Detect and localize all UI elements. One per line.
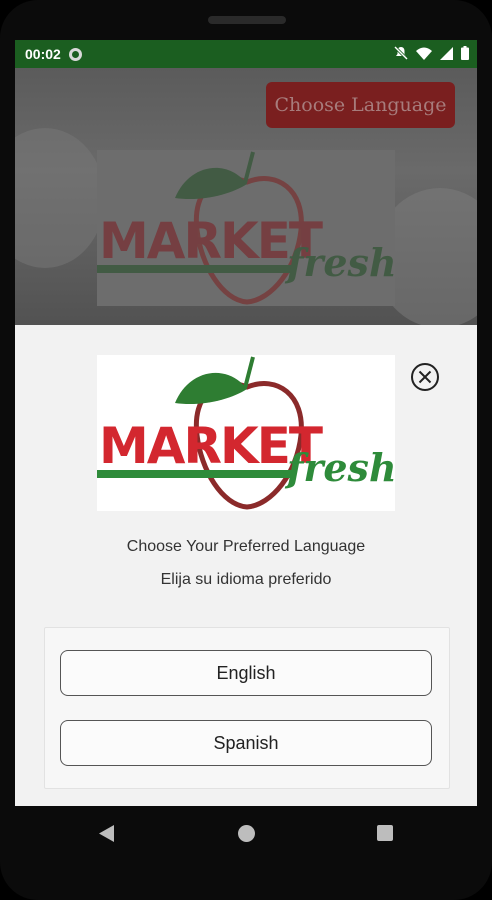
logo-script: fresh <box>284 445 395 490</box>
english-button[interactable]: English <box>60 650 432 696</box>
logo-graphic: MARKET fresh <box>97 356 397 510</box>
market-fresh-logo: MARKET fresh <box>97 355 397 511</box>
close-dialog-button[interactable] <box>410 362 440 392</box>
status-bar: 00:02 <box>15 40 477 68</box>
language-options-card: English Spanish <box>44 627 450 789</box>
notification-app-icon <box>68 47 82 61</box>
mute-icon <box>394 46 408 60</box>
back-icon[interactable] <box>98 824 115 843</box>
spanish-button[interactable]: Spanish <box>60 720 432 766</box>
status-icons <box>394 46 469 60</box>
prompt-spanish: Elija su idioma preferido <box>160 571 332 588</box>
background-image-shape <box>15 128 105 268</box>
background-logo: MARKET fresh <box>97 150 397 306</box>
screen: 00:02 Choose Language MARKET fresh MARKE… <box>15 40 477 806</box>
home-icon[interactable] <box>238 825 255 842</box>
wifi-icon <box>416 47 432 60</box>
battery-icon <box>461 46 469 60</box>
signal-icon <box>440 46 453 60</box>
status-time: 00:02 <box>25 46 61 62</box>
choose-language-button[interactable]: Choose Language <box>266 82 455 128</box>
market-fresh-logo-dimmed: MARKET fresh <box>97 151 397 305</box>
language-dialog: MARKET fresh Choose Your Preferred Langu… <box>15 325 477 806</box>
close-icon <box>411 363 439 391</box>
svg-text:fresh: fresh <box>284 240 395 285</box>
phone-frame: 00:02 Choose Language MARKET fresh MARKE… <box>0 0 492 900</box>
recent-apps-icon[interactable] <box>377 825 393 841</box>
earpiece-speaker <box>208 16 286 24</box>
system-navigation-bar <box>0 806 492 862</box>
background-app-content: Choose Language MARKET fresh <box>15 68 477 325</box>
prompt-english: Choose Your Preferred Language <box>126 538 366 555</box>
